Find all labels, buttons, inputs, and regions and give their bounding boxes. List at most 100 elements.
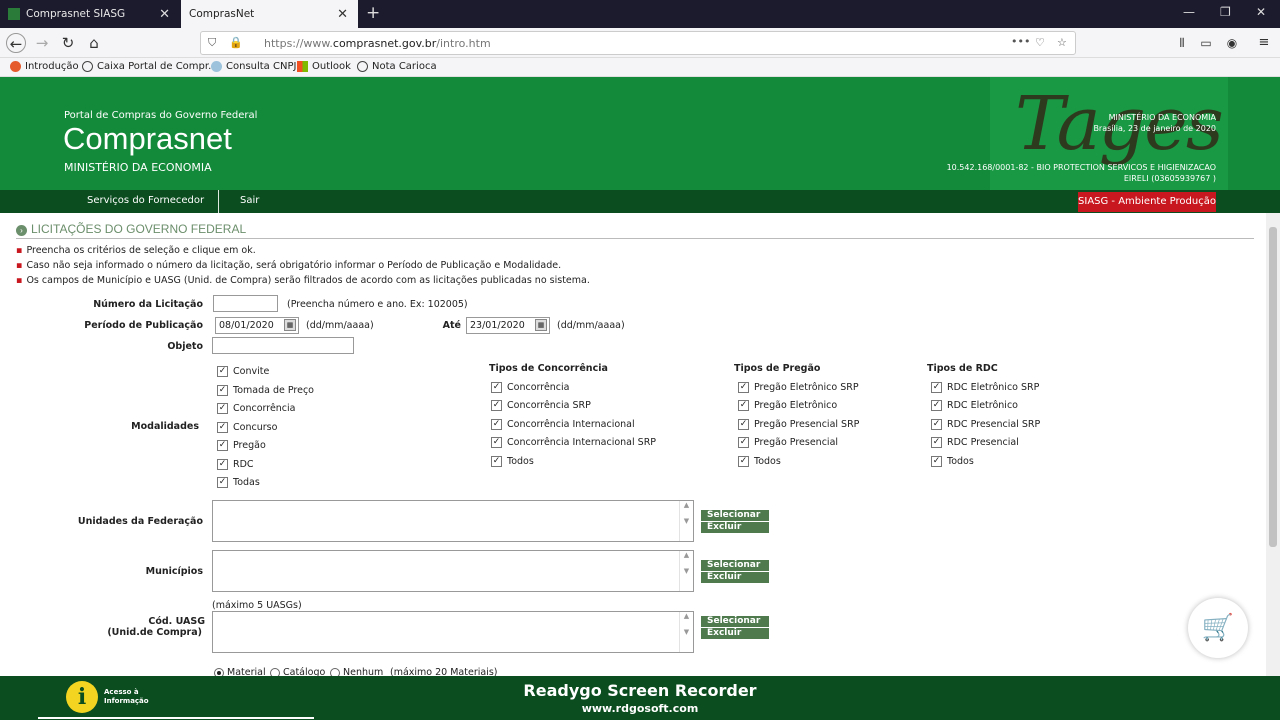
minimize-icon[interactable]: — xyxy=(1183,5,1195,19)
checkbox-rdc-4[interactable]: ✓ RDC Presencial xyxy=(931,437,1019,448)
checkbox[interactable]: ✓ xyxy=(491,419,502,430)
lock-icon[interactable]: 🔒 xyxy=(229,36,243,49)
checkbox[interactable]: ✓ xyxy=(217,440,228,451)
numero-licitacao-input[interactable] xyxy=(213,295,278,312)
shopping-cart-icon[interactable]: 🛒 xyxy=(1188,598,1248,658)
siasg-environment-badge[interactable]: SIASG - Ambiente Produção xyxy=(1078,192,1216,212)
listbox-scrollbar[interactable]: ▲ ▼ xyxy=(679,612,693,652)
checkbox[interactable]: ✓ xyxy=(931,456,942,467)
close-window-icon[interactable]: ✕ xyxy=(1256,5,1266,19)
checkbox[interactable]: ✓ xyxy=(217,422,228,433)
bookmark-introducao[interactable]: Introdução xyxy=(10,61,79,72)
checkbox-rdc-todos[interactable]: ✓ Todos xyxy=(931,456,974,467)
periodo-ate-input[interactable]: 23/01/2020 ▦ xyxy=(466,317,550,334)
checkbox[interactable]: ✓ xyxy=(217,385,228,396)
checkbox[interactable]: ✓ xyxy=(738,456,749,467)
pocket-icon[interactable]: ♡ xyxy=(1035,36,1045,49)
listbox-scrollbar[interactable]: ▲ ▼ xyxy=(679,551,693,591)
bookmark-outlook[interactable]: Outlook xyxy=(297,61,351,72)
checkbox-concurso[interactable]: ✓ Concurso xyxy=(217,422,277,433)
checkbox-conc-todos[interactable]: ✓ Todos xyxy=(491,456,534,467)
checkbox-concorrencia[interactable]: ✓ Concorrência xyxy=(217,403,296,414)
shield-icon[interactable]: ⛉ xyxy=(208,36,216,50)
new-tab-icon[interactable]: + xyxy=(366,3,380,23)
close-tab-icon[interactable]: ✕ xyxy=(337,7,348,22)
tab-comprasnet-siasg[interactable]: Comprasnet SIASG ✕ xyxy=(0,0,180,28)
calendar-icon[interactable]: ▦ xyxy=(535,319,547,331)
objeto-input[interactable] xyxy=(212,337,354,354)
checkbox[interactable]: ✓ xyxy=(931,382,942,393)
checkbox[interactable]: ✓ xyxy=(491,456,502,467)
checkbox-conc-2[interactable]: ✓ Concorrência SRP xyxy=(491,400,591,411)
uasg-listbox[interactable]: ▲ ▼ xyxy=(212,611,694,653)
checkbox-rdc-3[interactable]: ✓ RDC Presencial SRP xyxy=(931,419,1040,430)
periodo-de-input[interactable]: 08/01/2020 ▦ xyxy=(215,317,299,334)
sidebar-icon[interactable]: ▭ xyxy=(1196,33,1216,53)
checkbox-preg-4[interactable]: ✓ Pregão Presencial xyxy=(738,437,838,448)
checkbox-conc-4[interactable]: ✓ Concorrência Internacional SRP xyxy=(491,437,656,448)
radio-catalogo[interactable]: Catálogo xyxy=(270,667,325,676)
radio-button[interactable] xyxy=(270,667,280,676)
site-title[interactable]: Comprasnet xyxy=(63,121,232,157)
forward-icon[interactable]: → xyxy=(32,33,52,53)
checkbox[interactable]: ✓ xyxy=(738,382,749,393)
municipios-listbox[interactable]: ▲ ▼ xyxy=(212,550,694,592)
checkbox-rdc[interactable]: ✓ RDC xyxy=(217,459,254,470)
tab-comprasnet[interactable]: ComprasNet ✕ xyxy=(181,0,358,28)
municipios-excluir-button[interactable]: Excluir xyxy=(701,572,769,583)
bookmark-caixa[interactable]: Caixa Portal de Compr... xyxy=(82,61,218,72)
checkbox[interactable]: ✓ xyxy=(931,437,942,448)
scrollbar-thumb[interactable] xyxy=(1269,227,1277,547)
checkbox-preg-todos[interactable]: ✓ Todos xyxy=(738,456,781,467)
page-scrollbar[interactable] xyxy=(1266,213,1280,676)
home-icon[interactable]: ⌂ xyxy=(84,33,104,53)
uf-listbox[interactable]: ▲ ▼ xyxy=(212,500,694,542)
uasg-excluir-button[interactable]: Excluir xyxy=(701,628,769,639)
checkbox[interactable]: ✓ xyxy=(738,437,749,448)
radio-button[interactable] xyxy=(330,667,340,676)
uasg-selecionar-button[interactable]: Selecionar xyxy=(701,616,769,627)
checkbox-rdc-1[interactable]: ✓ RDC Eletrônico SRP xyxy=(931,382,1039,393)
maximize-icon[interactable]: ❐ xyxy=(1220,5,1231,19)
checkbox-preg-2[interactable]: ✓ Pregão Eletrônico xyxy=(738,400,837,411)
checkbox[interactable]: ✓ xyxy=(491,400,502,411)
page-actions-icon[interactable]: ••• xyxy=(1011,35,1030,48)
url-text[interactable]: https://www.comprasnet.gov.br/intro.htm xyxy=(264,37,491,50)
checkbox-rdc-2[interactable]: ✓ RDC Eletrônico xyxy=(931,400,1018,411)
menu-fornecedor[interactable]: Serviços do Fornecedor xyxy=(87,195,204,206)
checkbox-conc-3[interactable]: ✓ Concorrência Internacional xyxy=(491,419,635,430)
checkbox[interactable]: ✓ xyxy=(217,403,228,414)
back-icon[interactable]: ← xyxy=(6,33,26,53)
bookmark-star-icon[interactable]: ☆ xyxy=(1057,36,1067,49)
bookmark-cnpj[interactable]: Consulta CNPJ xyxy=(211,61,296,72)
checkbox-preg-1[interactable]: ✓ Pregão Eletrônico SRP xyxy=(738,382,859,393)
account-icon[interactable]: ◉ xyxy=(1222,33,1242,53)
checkbox-conc-1[interactable]: ✓ Concorrência xyxy=(491,382,570,393)
bookmark-nota-carioca[interactable]: Nota Carioca xyxy=(357,61,437,72)
library-icon[interactable]: ⫴ xyxy=(1172,33,1192,53)
radio-material[interactable]: Material xyxy=(214,667,266,676)
uf-excluir-button[interactable]: Excluir xyxy=(701,522,769,533)
close-tab-icon[interactable]: ✕ xyxy=(159,7,170,22)
checkbox[interactable]: ✓ xyxy=(738,419,749,430)
checkbox[interactable]: ✓ xyxy=(217,366,228,377)
radio-button[interactable] xyxy=(214,667,224,676)
checkbox-preg-3[interactable]: ✓ Pregão Presencial SRP xyxy=(738,419,859,430)
menu-icon[interactable]: ≡ xyxy=(1254,33,1274,53)
checkbox-tomada-preco[interactable]: ✓ Tomada de Preço xyxy=(217,385,314,396)
checkbox[interactable]: ✓ xyxy=(491,437,502,448)
municipios-selecionar-button[interactable]: Selecionar xyxy=(701,560,769,571)
checkbox[interactable]: ✓ xyxy=(931,419,942,430)
menu-sair[interactable]: Sair xyxy=(240,195,259,206)
checkbox[interactable]: ✓ xyxy=(491,382,502,393)
checkbox-todas[interactable]: ✓ Todas xyxy=(217,477,260,488)
address-bar[interactable]: ⛉ 🔒 https://www.comprasnet.gov.br/intro.… xyxy=(200,31,1076,55)
checkbox-convite[interactable]: ✓ Convite xyxy=(217,366,269,377)
calendar-icon[interactable]: ▦ xyxy=(284,319,296,331)
listbox-scrollbar[interactable]: ▲ ▼ xyxy=(679,501,693,541)
reload-icon[interactable]: ↻ xyxy=(58,33,78,53)
checkbox[interactable]: ✓ xyxy=(738,400,749,411)
checkbox[interactable]: ✓ xyxy=(217,459,228,470)
radio-nenhum[interactable]: Nenhum xyxy=(330,667,383,676)
checkbox[interactable]: ✓ xyxy=(931,400,942,411)
